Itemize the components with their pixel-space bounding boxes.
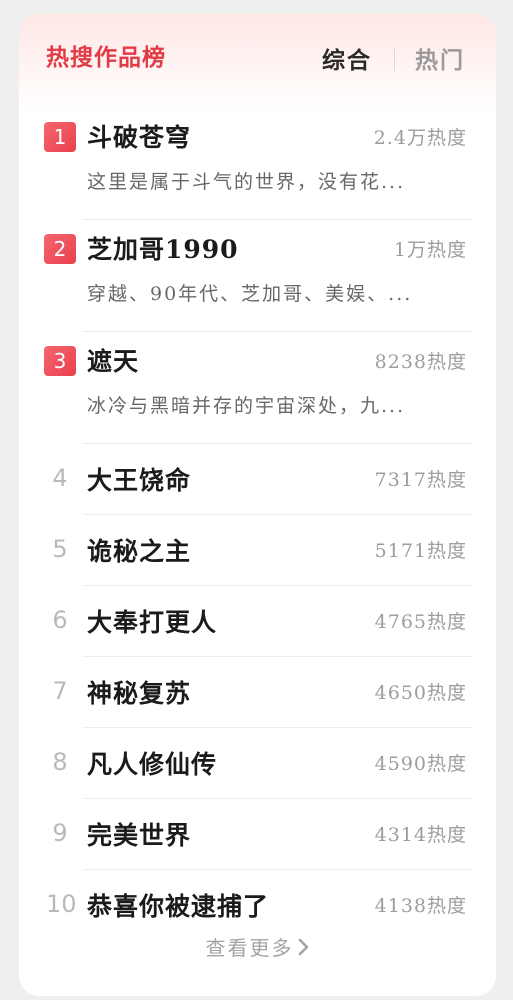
tab-popular[interactable]: 热门	[415, 41, 465, 75]
rank-number: 10	[46, 890, 77, 918]
tab-divider	[394, 47, 395, 71]
list-item-rank-8[interactable]: 8 凡人修仙传 4590热度	[19, 728, 496, 799]
item-heat: 7317热度	[374, 469, 467, 491]
list-item-rank-3[interactable]: 3 遮天 8238热度 冰冷与黑暗并存的宇宙深处，九...	[19, 332, 496, 444]
item-title: 大奉打更人	[87, 608, 218, 637]
item-heat: 4138热度	[374, 895, 467, 917]
see-more-link[interactable]: 查看更多	[19, 932, 496, 962]
item-description: 这里是属于斗气的世界，没有花...	[87, 171, 406, 193]
item-description: 穿越、90年代、芝加哥、美娱、...	[87, 283, 413, 305]
rank-number: 5	[52, 535, 68, 563]
rank-number: 4	[52, 464, 68, 492]
item-title: 遮天	[87, 347, 140, 376]
item-heat: 8238热度	[374, 351, 467, 373]
rank-badge: 1	[44, 122, 76, 152]
list-item-rank-1[interactable]: 1 斗破苍穹 2.4万热度 这里是属于斗气的世界，没有花...	[19, 108, 496, 220]
item-heat: 5171热度	[374, 540, 467, 562]
hot-search-card: 热搜作品榜 综合 热门 1 斗破苍穹 2.4万热度 这里是属于斗气的世界，没有花…	[19, 14, 496, 996]
list-item-rank-6[interactable]: 6 大奉打更人 4765热度	[19, 586, 496, 657]
list-item-rank-5[interactable]: 5 诡秘之主 5171热度	[19, 515, 496, 586]
list-item-rank-4[interactable]: 4 大王饶命 7317热度	[19, 444, 496, 515]
item-description: 冰冷与黑暗并存的宇宙深处，九...	[87, 395, 406, 417]
item-title: 凡人修仙传	[87, 750, 218, 779]
item-title: 诡秘之主	[87, 537, 192, 566]
item-heat: 4765热度	[374, 611, 467, 633]
list-item-rank-7[interactable]: 7 神秘复苏 4650热度	[19, 657, 496, 728]
item-title: 斗破苍穹	[87, 123, 192, 152]
list-item-rank-2[interactable]: 2 芝加哥1990 1万热度 穿越、90年代、芝加哥、美娱、...	[19, 220, 496, 332]
rank-number: 6	[52, 606, 68, 634]
rank-number: 8	[52, 748, 68, 776]
item-title: 芝加哥1990	[87, 235, 239, 264]
item-title: 恭喜你被逮捕了	[87, 892, 270, 921]
rank-badge: 3	[44, 346, 76, 376]
card-header: 热搜作品榜 综合 热门	[19, 14, 496, 114]
item-heat: 1万热度	[393, 239, 467, 261]
see-more-label: 查看更多	[205, 936, 294, 960]
item-heat: 4590热度	[374, 753, 467, 775]
item-heat: 2.4万热度	[373, 127, 467, 149]
tab-comprehensive[interactable]: 综合	[322, 41, 372, 75]
rank-badge: 2	[44, 234, 76, 264]
item-heat: 4314热度	[374, 824, 467, 846]
list-item-rank-9[interactable]: 9 完美世界 4314热度	[19, 799, 496, 870]
chevron-right-icon	[298, 937, 310, 962]
card-title: 热搜作品榜	[46, 44, 166, 71]
rank-number: 7	[52, 677, 68, 705]
item-heat: 4650热度	[374, 682, 467, 704]
item-title: 神秘复苏	[87, 679, 192, 708]
list-item-rank-10[interactable]: 10 恭喜你被逮捕了 4138热度	[19, 870, 496, 932]
item-title: 大王饶命	[87, 466, 192, 495]
item-title: 完美世界	[87, 821, 192, 850]
rank-number: 9	[52, 819, 68, 847]
